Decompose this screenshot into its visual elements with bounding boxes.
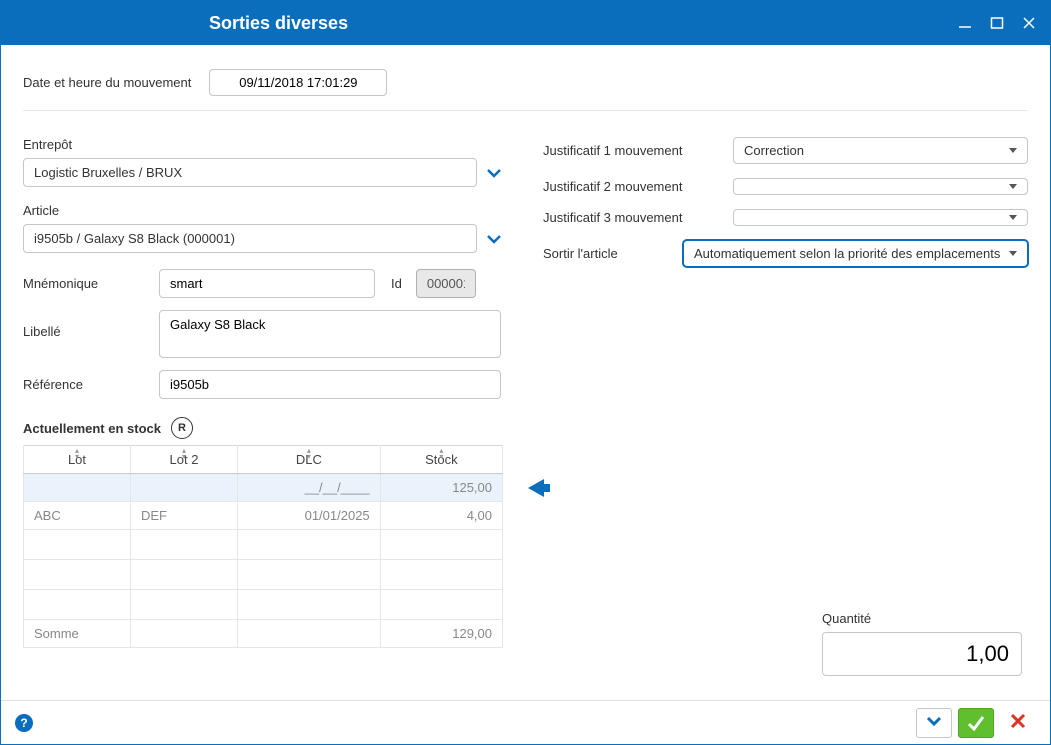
libelle-row: Libellé Galaxy S8 Black xyxy=(23,310,503,358)
stock-header: Actuellement en stock R xyxy=(23,417,503,439)
datetime-label: Date et heure du mouvement xyxy=(23,75,191,90)
footer-actions xyxy=(916,708,1036,738)
col-lot2[interactable]: ▴▾Lot 2 xyxy=(131,446,238,474)
table-row xyxy=(24,560,503,590)
j1-row: Justificatif 1 mouvement Correction xyxy=(543,137,1028,164)
row-pointer-icon xyxy=(528,479,544,497)
two-column-layout: Entrepôt Logistic Bruxelles / BRUX Artic… xyxy=(23,137,1028,648)
mnemonic-label: Mnémonique xyxy=(23,276,159,291)
titlebar: Sorties diverses xyxy=(1,1,1050,45)
caret-icon xyxy=(1009,148,1017,153)
caret-icon xyxy=(1009,215,1017,220)
stock-title: Actuellement en stock xyxy=(23,421,161,436)
table-row[interactable]: __/__/____ 125,00 xyxy=(24,474,503,502)
reference-input[interactable] xyxy=(159,370,501,399)
caret-icon xyxy=(1009,184,1017,189)
confirm-button[interactable] xyxy=(958,708,994,738)
article-label: Article xyxy=(23,203,503,218)
j1-select[interactable]: Correction xyxy=(733,137,1028,164)
j3-select[interactable] xyxy=(733,209,1028,226)
stock-table: ▴▾Lot ▴▾Lot 2 ▴▾DLC ▴▾Stock __/__/____ xyxy=(23,445,503,648)
datetime-input[interactable] xyxy=(209,69,387,96)
quantity-input[interactable] xyxy=(822,632,1022,676)
col-stock[interactable]: ▴▾Stock xyxy=(380,446,502,474)
mnemonic-row: Mnémonique Id xyxy=(23,269,503,298)
table-row xyxy=(24,530,503,560)
stock-table-wrap: ▴▾Lot ▴▾Lot 2 ▴▾DLC ▴▾Stock __/__/____ xyxy=(23,445,503,648)
j1-label: Justificatif 1 mouvement xyxy=(543,143,733,158)
sort-icon: ▴▾ xyxy=(75,448,79,460)
sort-icon: ▴▾ xyxy=(182,448,186,460)
caret-icon xyxy=(1009,251,1017,256)
sortir-select[interactable]: Automatiquement selon la priorité des em… xyxy=(683,240,1028,267)
libelle-label: Libellé xyxy=(23,310,159,339)
article-field: Article i9505b / Galaxy S8 Black (000001… xyxy=(23,203,503,253)
sortir-label: Sortir l'article xyxy=(543,246,683,261)
window-title: Sorties diverses xyxy=(13,13,956,34)
col-lot[interactable]: ▴▾Lot xyxy=(24,446,131,474)
window: Sorties diverses Date et heure du mouvem… xyxy=(0,0,1051,745)
left-column: Entrepôt Logistic Bruxelles / BRUX Artic… xyxy=(23,137,503,648)
article-select[interactable]: i9505b / Galaxy S8 Black (000001) xyxy=(23,224,477,253)
j2-select[interactable] xyxy=(733,178,1028,195)
j3-label: Justificatif 3 mouvement xyxy=(543,210,733,225)
j2-label: Justificatif 2 mouvement xyxy=(543,179,733,194)
quantity-block: Quantité xyxy=(822,611,1022,676)
window-controls xyxy=(956,14,1038,32)
libelle-input[interactable]: Galaxy S8 Black xyxy=(159,310,501,358)
quantity-label: Quantité xyxy=(822,611,1022,626)
j3-row: Justificatif 3 mouvement xyxy=(543,209,1028,226)
content-area: Date et heure du mouvement Entrepôt Logi… xyxy=(1,45,1050,662)
warehouse-label: Entrepôt xyxy=(23,137,503,152)
sortir-row: Sortir l'article Automatiquement selon l… xyxy=(543,240,1028,267)
chevron-down-icon[interactable] xyxy=(485,164,503,182)
help-icon[interactable]: ? xyxy=(15,714,33,732)
id-input xyxy=(416,269,476,298)
refresh-badge[interactable]: R xyxy=(171,417,193,439)
chevron-down-icon[interactable] xyxy=(485,230,503,248)
warehouse-field: Entrepôt Logistic Bruxelles / BRUX xyxy=(23,137,503,187)
table-row[interactable]: ABC DEF 01/01/2025 4,00 xyxy=(24,502,503,530)
table-sum-row: Somme 129,00 xyxy=(24,620,503,648)
sort-icon: ▴▾ xyxy=(307,448,311,460)
minimize-icon[interactable] xyxy=(956,14,974,32)
col-dlc[interactable]: ▴▾DLC xyxy=(238,446,381,474)
right-column: Justificatif 1 mouvement Correction Just… xyxy=(543,137,1028,648)
reference-label: Référence xyxy=(23,377,159,392)
cancel-button[interactable] xyxy=(1000,708,1036,738)
table-row xyxy=(24,590,503,620)
expand-button[interactable] xyxy=(916,708,952,738)
datetime-row: Date et heure du mouvement xyxy=(23,59,1028,111)
reference-row: Référence xyxy=(23,370,503,399)
close-icon[interactable] xyxy=(1020,14,1038,32)
footer-bar: ? xyxy=(1,700,1050,744)
id-label: Id xyxy=(391,276,402,291)
mnemonic-input[interactable] xyxy=(159,269,375,298)
j2-row: Justificatif 2 mouvement xyxy=(543,178,1028,195)
sort-icon: ▴▾ xyxy=(439,448,443,460)
warehouse-select[interactable]: Logistic Bruxelles / BRUX xyxy=(23,158,477,187)
maximize-icon[interactable] xyxy=(988,14,1006,32)
